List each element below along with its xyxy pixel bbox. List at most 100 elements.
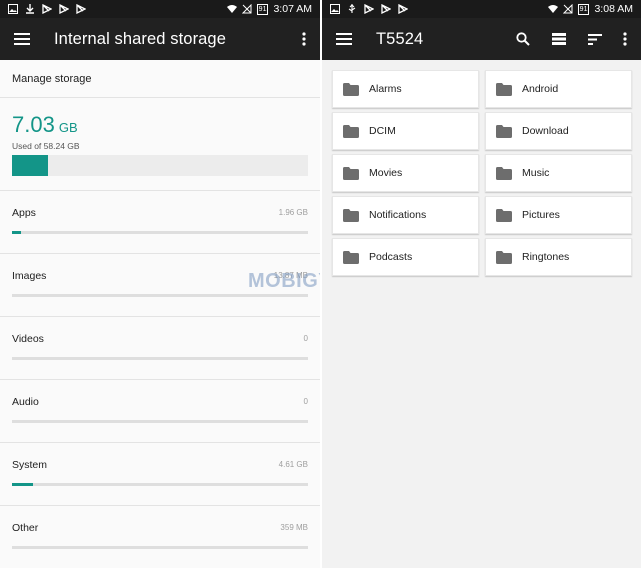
category-usage-bar: [12, 546, 308, 549]
folder-icon: [343, 124, 359, 138]
page-title: T5524: [376, 29, 424, 48]
category-size: 0: [303, 397, 308, 406]
wifi-icon: [226, 5, 237, 13]
folder-name: Music: [522, 167, 550, 179]
menu-icon: [14, 33, 30, 45]
no-signal-icon: [241, 4, 252, 14]
used-caption: Used of 58.24 GB: [12, 141, 80, 151]
folder-icon: [496, 82, 512, 96]
list-view-button[interactable]: [541, 18, 577, 60]
category-label: System: [12, 459, 48, 471]
no-signal-icon: [562, 4, 573, 14]
folder-pictures[interactable]: Pictures: [485, 196, 632, 234]
folder-name: Podcasts: [369, 251, 413, 263]
storage-summary: 7.03 GB Used of 58.24 GB: [0, 98, 320, 191]
folder-music[interactable]: Music: [485, 154, 632, 192]
folder-icon: [343, 82, 359, 96]
storage-category-audio[interactable]: Audio 0: [0, 380, 320, 443]
category-size: 0: [303, 334, 308, 343]
folder-ringtones[interactable]: Ringtones: [485, 238, 632, 276]
storage-category-videos[interactable]: Videos 0: [0, 317, 320, 380]
image-notification-icon: [330, 4, 340, 14]
category-usage-bar: [12, 231, 308, 234]
sort-icon: [588, 33, 602, 45]
menu-button[interactable]: [0, 18, 44, 60]
category-size: 1.96 GB: [278, 208, 308, 217]
folder-android[interactable]: Android: [485, 70, 632, 108]
folder-icon: [496, 250, 512, 264]
image-notification-icon: [8, 4, 18, 14]
sort-button[interactable]: [577, 18, 613, 60]
category-label: Audio: [12, 396, 39, 408]
folder-name: Ringtones: [522, 251, 570, 263]
storage-usage-bar: [12, 155, 308, 176]
play-store-notification-icon: [364, 4, 374, 14]
folder-icon: [343, 250, 359, 264]
watermark: MOBIGYAAN: [248, 270, 320, 292]
category-label: Other: [12, 522, 39, 534]
storage-category-system[interactable]: System 4.61 GB: [0, 443, 320, 506]
menu-button[interactable]: [322, 18, 366, 60]
folder-grid: Alarms Android DCIM Download Movies Music Noti…: [332, 70, 632, 276]
play-store-notification-icon: [398, 4, 408, 14]
status-time: 3:07 AM: [273, 3, 312, 15]
play-store-notification-icon: [42, 4, 52, 14]
overflow-menu-button[interactable]: [613, 18, 637, 60]
app-bar: Internal shared storage: [0, 18, 320, 60]
play-store-notification-icon: [59, 4, 69, 14]
status-time: 3:08 AM: [594, 3, 633, 15]
storage-usage-fill: [12, 155, 48, 176]
file-browser-screen: 91 3:08 AM T5524 Alarms Android DCIM Downlo…: [322, 0, 641, 568]
category-usage-bar: [12, 420, 308, 423]
category-label: Images: [12, 270, 47, 282]
folder-icon: [496, 124, 512, 138]
folder-icon: [496, 208, 512, 222]
folder-notifications[interactable]: Notifications: [332, 196, 479, 234]
app-bar: T5524: [322, 18, 641, 60]
category-label: Videos: [12, 333, 44, 345]
folder-name: Notifications: [369, 209, 427, 221]
manage-storage-label: Manage storage: [12, 72, 92, 85]
category-usage-bar: [12, 483, 308, 486]
folder-icon: [343, 208, 359, 222]
folder-dcim[interactable]: DCIM: [332, 112, 479, 150]
folder-movies[interactable]: Movies: [332, 154, 479, 192]
sim-badge: 91: [577, 3, 590, 15]
wifi-icon: [547, 5, 558, 13]
used-value: 7.03: [12, 112, 55, 137]
search-button[interactable]: [505, 18, 541, 60]
category-size: 359 MB: [280, 523, 308, 532]
category-usage-bar: [12, 357, 308, 360]
folder-alarms[interactable]: Alarms: [332, 70, 479, 108]
folder-name: Alarms: [369, 83, 402, 95]
more-vert-icon: [302, 32, 306, 46]
status-bar: 91 3:07 AM: [0, 0, 320, 18]
play-store-notification-icon: [381, 4, 391, 14]
page-title: Internal shared storage: [54, 29, 226, 48]
overflow-menu-button[interactable]: [292, 18, 316, 60]
category-label: Apps: [12, 207, 36, 219]
category-usage-bar: [12, 294, 308, 297]
used-unit: GB: [58, 120, 78, 135]
download-notification-icon: [26, 4, 34, 14]
menu-icon: [336, 33, 352, 45]
status-bar: 91 3:08 AM: [322, 0, 641, 18]
folder-download[interactable]: Download: [485, 112, 632, 150]
category-usage-fill: [12, 231, 21, 234]
category-usage-fill: [12, 483, 34, 486]
search-icon: [516, 32, 530, 46]
usb-notification-icon: [348, 4, 356, 13]
folder-name: Android: [522, 83, 559, 95]
storage-category-apps[interactable]: Apps 1.96 GB: [0, 191, 320, 254]
storage-screen: 91 3:07 AM Internal shared storage Manag…: [0, 0, 320, 568]
folder-icon: [343, 166, 359, 180]
more-vert-icon: [623, 32, 627, 46]
folder-name: Movies: [369, 167, 403, 179]
manage-storage-item[interactable]: Manage storage: [0, 60, 320, 98]
storage-category-other[interactable]: Other 359 MB: [0, 506, 320, 568]
list-view-icon: [552, 33, 566, 45]
folder-icon: [496, 166, 512, 180]
folder-name: Pictures: [522, 209, 560, 221]
folder-name: DCIM: [369, 125, 396, 137]
folder-podcasts[interactable]: Podcasts: [332, 238, 479, 276]
